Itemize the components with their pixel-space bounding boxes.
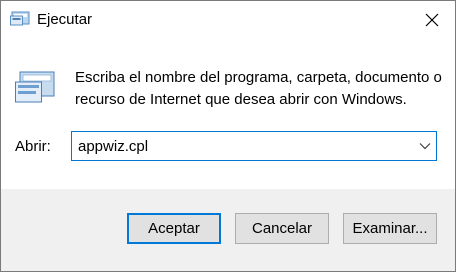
open-combobox[interactable]: appwiz.cpl [71,131,437,161]
dialog-description: Escriba el nombre del programa, carpeta,… [75,69,442,108]
dialog-body: Escriba el nombre del programa, carpeta,… [1,39,455,189]
chevron-down-icon [419,143,431,150]
run-dialog: Ejecutar Escriba el nombre del programa,… [0,0,456,272]
ok-button[interactable]: Aceptar [127,213,221,244]
dropdown-button[interactable] [414,132,436,160]
close-button[interactable] [409,1,455,39]
window-title: Ejecutar [37,11,93,28]
button-bar: Aceptar Cancelar Examinar... [1,189,455,271]
run-program-icon [15,71,55,103]
run-dialog-icon [10,11,30,26]
close-icon [425,13,439,27]
browse-button[interactable]: Examinar... [343,213,437,244]
cancel-button[interactable]: Cancelar [235,213,329,244]
open-label: Abrir: [15,138,51,155]
title-bar[interactable]: Ejecutar [1,1,455,39]
open-input[interactable]: appwiz.cpl [78,137,148,157]
